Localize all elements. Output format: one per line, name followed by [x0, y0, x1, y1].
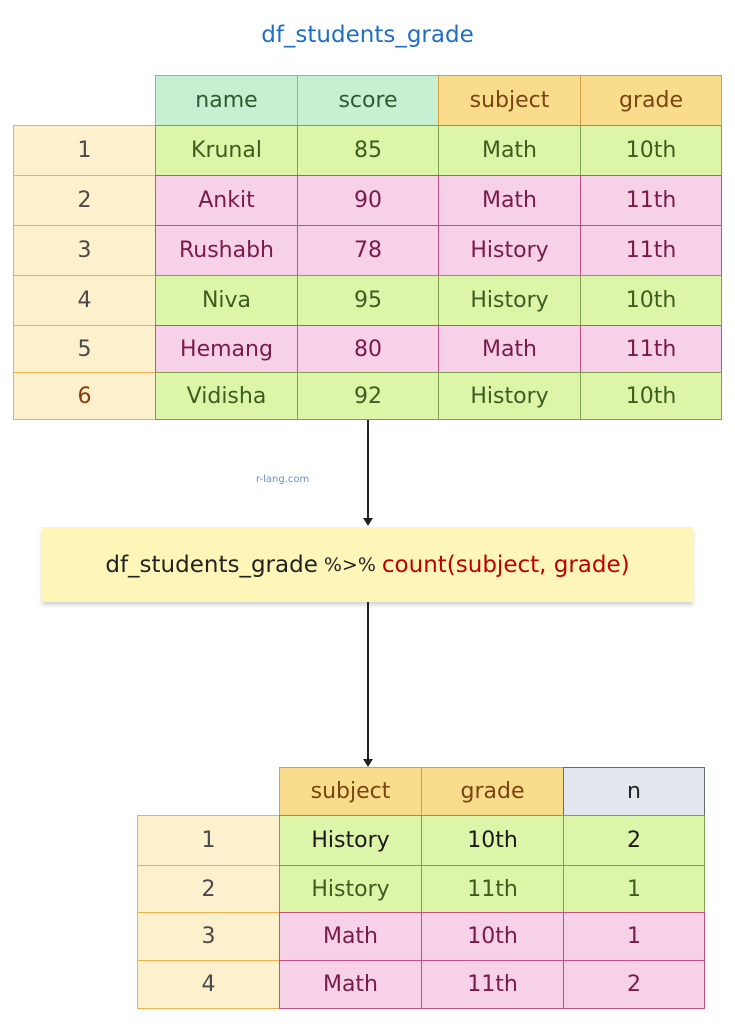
cell-grade: 11th	[580, 325, 722, 373]
arrow-line	[367, 602, 369, 760]
cell-grade: 11th	[580, 175, 722, 226]
cell-subject: Math	[279, 960, 422, 1009]
watermark: r-lang.com	[256, 474, 310, 485]
column-header-grade: grade	[580, 75, 722, 126]
cell-n: 1	[563, 865, 705, 913]
cell-n: 1	[563, 912, 705, 961]
code-function-call: count(subject, grade)	[381, 551, 630, 578]
row-index: 1	[13, 125, 156, 176]
column-header-grade: grade	[421, 767, 564, 816]
column-header-name: name	[155, 75, 298, 126]
arrow-down-icon	[363, 518, 373, 526]
cell-subject: Math	[279, 912, 422, 961]
cell-subject: History	[279, 865, 422, 913]
cell-grade: 10th	[421, 815, 564, 866]
cell-grade: 10th	[580, 125, 722, 176]
cell-name: Niva	[155, 275, 298, 326]
cell-subject: History	[438, 225, 581, 276]
pipe-operator: %>%	[323, 553, 376, 576]
dataframe-title: df_students_grade	[261, 22, 474, 48]
row-index: 5	[13, 325, 156, 373]
cell-n: 2	[563, 960, 705, 1009]
cell-score: 78	[297, 225, 439, 276]
row-index: 1	[137, 815, 280, 866]
arrow-line	[367, 420, 369, 520]
cell-score: 80	[297, 325, 439, 373]
row-index: 3	[13, 225, 156, 276]
column-header-subject: subject	[279, 767, 422, 816]
cell-grade: 10th	[421, 912, 564, 961]
row-index: 2	[137, 865, 280, 913]
cell-grade: 10th	[580, 372, 722, 420]
column-header-subject: subject	[438, 75, 581, 126]
row-index: 4	[13, 275, 156, 326]
cell-grade: 10th	[580, 275, 722, 326]
cell-name: Ankit	[155, 175, 298, 226]
column-header-score: score	[297, 75, 439, 126]
cell-grade: 11th	[580, 225, 722, 276]
cell-subject: History	[279, 815, 422, 866]
cell-grade: 11th	[421, 865, 564, 913]
cell-name: Hemang	[155, 325, 298, 373]
cell-subject: History	[438, 372, 581, 420]
cell-name: Vidisha	[155, 372, 298, 420]
cell-score: 92	[297, 372, 439, 420]
cell-subject: Math	[438, 175, 581, 226]
cell-subject: Math	[438, 325, 581, 373]
cell-name: Krunal	[155, 125, 298, 176]
column-header-n: n	[563, 767, 705, 816]
cell-score: 95	[297, 275, 439, 326]
cell-name: Rushabh	[155, 225, 298, 276]
cell-subject: History	[438, 275, 581, 326]
row-index: 6	[13, 372, 156, 420]
cell-subject: Math	[438, 125, 581, 176]
cell-grade: 11th	[421, 960, 564, 1009]
cell-score: 90	[297, 175, 439, 226]
row-index: 3	[137, 912, 280, 961]
cell-n: 2	[563, 815, 705, 866]
row-index: 4	[137, 960, 280, 1009]
code-object: df_students_grade	[105, 551, 318, 578]
row-index: 2	[13, 175, 156, 226]
cell-score: 85	[297, 125, 439, 176]
code-expression: df_students_grade %>% count(subject, gra…	[42, 527, 693, 602]
arrow-down-icon	[363, 759, 373, 767]
